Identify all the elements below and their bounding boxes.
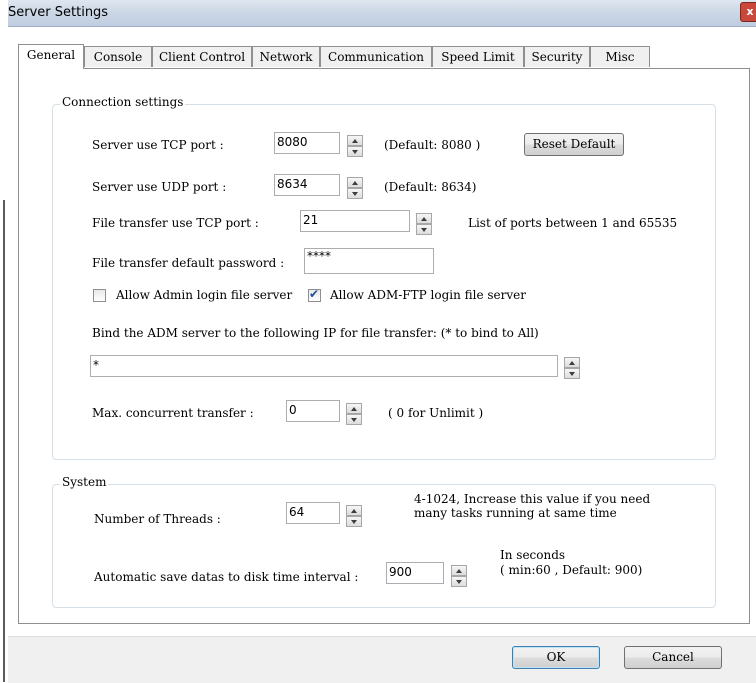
max-transfer-hint: ( 0 for Unlimit ) xyxy=(388,406,484,420)
udp-port-hint: (Default: 8634) xyxy=(384,180,477,194)
tab-client-control[interactable]: Client Control xyxy=(152,46,252,67)
udp-port-spinner[interactable] xyxy=(347,177,363,199)
spin-up-icon[interactable] xyxy=(451,565,467,576)
udp-port-input[interactable]: 8634 xyxy=(274,174,340,196)
tcp-port-spinner[interactable] xyxy=(347,135,363,157)
allow-admftp-checkbox[interactable] xyxy=(308,287,321,302)
tab-console[interactable]: Console xyxy=(84,46,152,67)
spin-down-icon[interactable] xyxy=(346,414,362,425)
cancel-button[interactable]: Cancel xyxy=(624,646,722,669)
spin-down-icon[interactable] xyxy=(346,516,362,527)
threads-label: Number of Threads : xyxy=(94,512,221,526)
threads-input[interactable]: 64 xyxy=(286,502,340,524)
ft-tcp-port-input[interactable]: 21 xyxy=(300,210,410,232)
tcp-port-input[interactable]: 8080 xyxy=(274,132,340,154)
autosave-hint-2: ( min:60 , Default: 900) xyxy=(500,563,643,577)
ft-tcp-port-spinner[interactable] xyxy=(416,213,432,235)
tcp-port-label: Server use TCP port : xyxy=(92,138,224,152)
max-transfer-input[interactable]: 0 xyxy=(286,400,340,422)
ok-button[interactable]: OK xyxy=(512,646,600,669)
spin-up-icon[interactable] xyxy=(564,357,580,368)
window-title: Server Settings xyxy=(8,5,109,20)
bind-ip-input[interactable]: * xyxy=(90,355,558,377)
close-icon[interactable]: x xyxy=(740,2,756,22)
max-transfer-spinner[interactable] xyxy=(346,403,362,425)
spin-down-icon[interactable] xyxy=(347,188,363,199)
autosave-label: Automatic save datas to disk time interv… xyxy=(94,570,359,584)
tab-misc[interactable]: Misc xyxy=(590,46,650,67)
tab-communication[interactable]: Communication xyxy=(320,46,432,67)
ft-password-input[interactable]: **** xyxy=(304,248,434,274)
tab-general[interactable]: General xyxy=(18,44,84,69)
allow-admin-checkbox[interactable] xyxy=(93,289,106,302)
spin-up-icon[interactable] xyxy=(416,213,432,224)
spin-down-icon[interactable] xyxy=(564,368,580,379)
connection-settings-label: Connection settings xyxy=(60,95,186,109)
ft-tcp-port-hint: List of ports between 1 and 65535 xyxy=(468,216,678,230)
spin-down-icon[interactable] xyxy=(451,576,467,587)
threads-spinner[interactable] xyxy=(346,505,362,527)
spin-up-icon[interactable] xyxy=(347,177,363,188)
allow-admin-label: Allow Admin login file server xyxy=(116,288,293,302)
spin-down-icon[interactable] xyxy=(347,146,363,157)
bind-ip-label: Bind the ADM server to the following IP … xyxy=(92,326,539,340)
title-bar[interactable]: Server Settings x xyxy=(8,0,756,27)
udp-port-label: Server use UDP port : xyxy=(92,180,227,194)
bind-ip-spinner[interactable] xyxy=(564,357,580,379)
reset-default-button[interactable]: Reset Default xyxy=(524,133,624,156)
autosave-input[interactable]: 900 xyxy=(386,562,444,584)
autosave-hint-1: In seconds xyxy=(500,548,566,562)
tab-speed-limit[interactable]: Speed Limit xyxy=(432,46,524,67)
ft-tcp-port-label: File transfer use TCP port : xyxy=(92,216,259,230)
autosave-spinner[interactable] xyxy=(451,565,467,587)
tab-security[interactable]: Security xyxy=(524,46,590,67)
tab-network[interactable]: Network xyxy=(252,46,320,67)
window-left-edge xyxy=(0,0,8,682)
ft-password-label: File transfer default password : xyxy=(92,256,285,270)
spin-down-icon[interactable] xyxy=(416,224,432,235)
allow-admftp-label: Allow ADM-FTP login file server xyxy=(330,288,526,302)
spin-up-icon[interactable] xyxy=(346,403,362,414)
system-label: System xyxy=(60,475,109,489)
spin-up-icon[interactable] xyxy=(347,135,363,146)
max-transfer-label: Max. concurrent transfer : xyxy=(92,406,254,420)
spin-up-icon[interactable] xyxy=(346,505,362,516)
server-settings-window: Server Settings x General Console Client… xyxy=(0,0,756,683)
threads-hint-1: 4-1024, Increase this value if you need xyxy=(414,492,651,506)
threads-hint-2: many tasks running at same time xyxy=(414,506,617,520)
tcp-port-hint: (Default: 8080 ) xyxy=(384,138,481,152)
